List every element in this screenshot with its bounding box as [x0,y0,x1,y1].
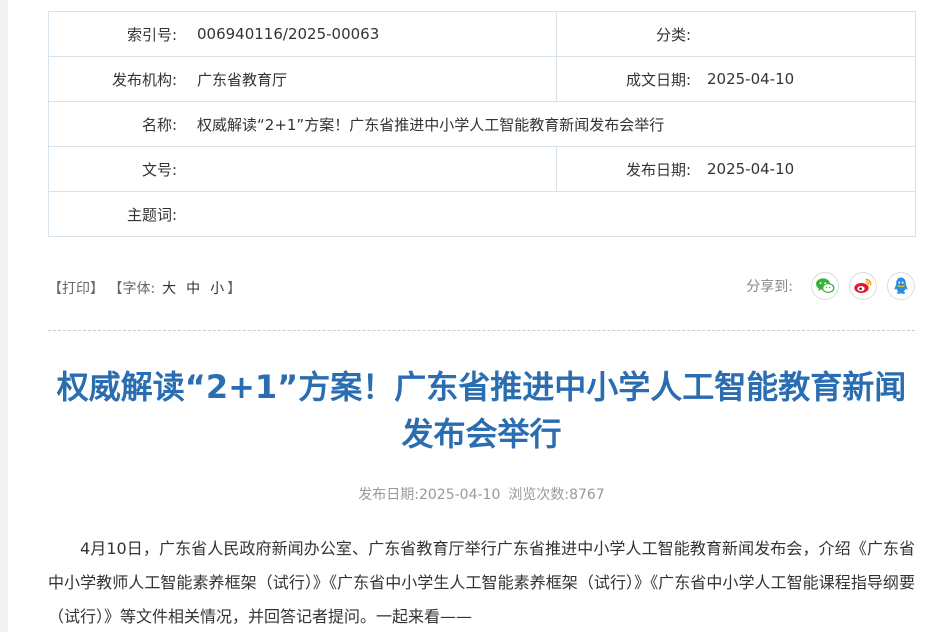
issuer-value: 广东省教育厅 [197,70,288,89]
font-size-medium-button[interactable]: 中 [186,278,200,298]
created-date-value: 2025-04-10 [707,70,795,88]
meta-cell-index: 索引号: 006940116/2025-00063 [48,11,557,57]
meta-row-doc-no: 文号: 发布日期: 2025-04-10 [48,146,916,192]
view-count-value: 8767 [569,487,605,503]
share-weibo-button[interactable] [849,272,877,300]
meta-cell-doc-no: 文号: [48,146,557,192]
article-toolbar: 【打印】 【字体: 大中小】 分享到: [48,270,915,304]
meta-row-subject: 主题词: [48,191,916,237]
index-label: 索引号: [126,25,177,44]
doc-no-label: 文号: [141,160,177,179]
article-paragraph: 4月10日，广东省人民政府新闻办公室、广东省教育厅举行广东省推进中小学人工智能教… [48,539,915,626]
meta-cell-publish-date: 发布日期: 2025-04-10 [556,146,916,192]
qq-icon [894,277,908,294]
page-left-margin [0,0,8,632]
share-wechat-button[interactable] [811,272,839,300]
meta-cell-name: 名称: 权威解读“2+1”方案！广东省推进中小学人工智能教育新闻发布会举行 [48,101,916,147]
meta-cell-subject: 主题词: [48,191,916,237]
weibo-icon [854,278,872,293]
article-title: 权威解读“2+1”方案！广东省推进中小学人工智能教育新闻发布会举行 [56,368,907,453]
meta-row-issuer: 发布机构: 广东省教育厅 成文日期: 2025-04-10 [48,56,916,102]
meta-cell-created-date: 成文日期: 2025-04-10 [556,56,916,102]
index-value: 006940116/2025-00063 [197,25,380,43]
subject-label: 主题词: [126,205,177,224]
publish-date-value: 2025-04-10 [707,160,795,178]
font-size-small-button[interactable]: 小 [210,278,224,298]
name-label: 名称: [141,115,177,134]
meta-cell-issuer: 发布机构: 广东省教育厅 [48,56,557,102]
meta-row-name: 名称: 权威解读“2+1”方案！广东省推进中小学人工智能教育新闻发布会举行 [48,101,916,147]
wechat-icon [816,278,835,294]
created-date-label: 成文日期: [625,70,691,89]
share-label: 分享到: [746,279,793,295]
publish-date-label: 发布日期: [625,160,691,179]
category-label: 分类: [655,25,691,44]
font-size-large-button[interactable]: 大 [162,278,176,298]
font-size-suffix: 】 [227,281,242,297]
document-metadata-table: 索引号: 006940116/2025-00063 分类: 发布机构: 广东省教… [48,11,916,237]
publish-date-meta-label: 发布日期: [358,487,419,503]
view-count-label: 浏览次数: [508,487,570,503]
share-qq-button[interactable] [887,272,915,300]
name-value: 权威解读“2+1”方案！广东省推进中小学人工智能教育新闻发布会举行 [197,115,665,134]
share-bar: 分享到: [746,270,915,302]
article-meta: 发布日期:2025-04-10 浏览次数:8767 [48,484,915,504]
publish-date-meta-value: 2025-04-10 [418,487,501,503]
print-button[interactable]: 【打印】 [48,278,104,298]
font-size-prefix: 【字体: [108,281,156,297]
section-divider [48,330,915,331]
meta-row-index: 索引号: 006940116/2025-00063 分类: [48,11,916,57]
tools-left: 【打印】 【字体: 大中小】 [48,278,241,298]
issuer-label: 发布机构: [111,70,177,89]
meta-cell-category: 分类: [556,11,916,57]
